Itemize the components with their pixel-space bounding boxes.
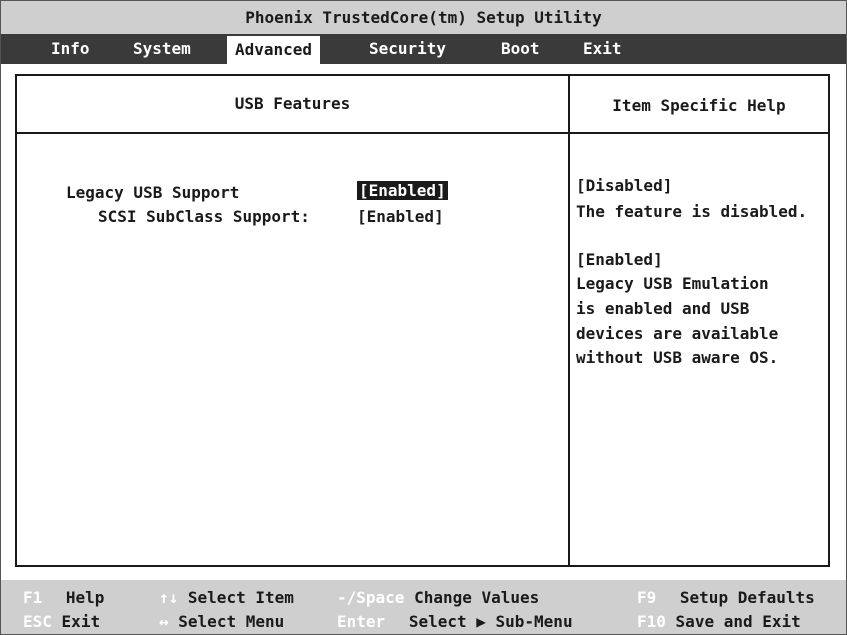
footer-exit-desc: Exit (61, 612, 101, 631)
key-help-footer: F1 Help ↑↓ Select Item -/Space Change Va… (1, 580, 846, 634)
footer-sub-menu-desc: Select ▶ Sub-Menu (408, 612, 573, 631)
footer-select-menu-desc: Select Menu (178, 612, 285, 631)
menu-bar: Info System Advanced Security Boot Exit (1, 34, 846, 64)
footer-select-item-desc: Select Item (187, 588, 294, 607)
column-divider (568, 76, 570, 565)
footer-setup-defaults: F9 Setup Defaults (637, 587, 815, 609)
help-line: is enabled and USB (576, 299, 750, 318)
legacy-usb-support-value[interactable]: [Enabled] (357, 181, 448, 200)
footer-help-desc: Help (65, 588, 105, 607)
esc-key: ESC (23, 612, 52, 631)
left-right-arrow-icon: ↔ (159, 612, 169, 631)
footer-select-menu: ↔ Select Menu (159, 611, 284, 633)
footer-change-values-desc: Change Values (414, 588, 540, 607)
footer-setup-defaults-desc: Setup Defaults (679, 588, 815, 607)
help-line: devices are available (576, 324, 779, 343)
enter-key: Enter (337, 612, 386, 631)
menu-item-info[interactable]: Info (51, 34, 90, 64)
up-down-arrow-icon: ↑↓ (159, 588, 179, 607)
menu-item-boot[interactable]: Boot (501, 34, 540, 64)
menu-item-system[interactable]: System (133, 34, 191, 64)
menu-item-security[interactable]: Security (369, 34, 446, 64)
footer-exit: ESC Exit (23, 611, 100, 633)
minus-space-key: -/Space (337, 588, 405, 607)
f9-key: F9 (637, 588, 657, 607)
help-title: Item Specific Help (612, 96, 786, 115)
footer-help: F1 Help (23, 587, 104, 609)
footer-change-values: -/Space Change Values (337, 587, 539, 609)
menu-item-advanced[interactable]: Advanced (227, 36, 321, 64)
footer-save-exit-desc: Save and Exit (675, 612, 801, 631)
f10-key: F10 (637, 612, 666, 631)
help-line: [Enabled] (576, 250, 663, 269)
window-title: Phoenix TrustedCore(tm) Setup Utility (1, 1, 846, 34)
header-divider (17, 132, 828, 134)
footer-select-item: ↑↓ Select Item (159, 587, 294, 609)
help-line: without USB aware OS. (576, 348, 779, 367)
help-line: Legacy USB Emulation (576, 274, 769, 293)
menu-item-exit[interactable]: Exit (583, 34, 622, 64)
legacy-usb-support-label[interactable]: Legacy USB Support (66, 183, 239, 202)
footer-sub-menu: Enter Select ▶ Sub-Menu (337, 611, 573, 633)
f1-key: F1 (23, 588, 43, 607)
help-line: The feature is disabled. (576, 202, 808, 221)
footer-save-exit: F10 Save and Exit (637, 611, 801, 633)
help-line: [Disabled] (576, 176, 673, 195)
scsi-subclass-support-label[interactable]: SCSI SubClass Support: (98, 207, 310, 226)
section-title: USB Features (234, 94, 351, 113)
scsi-subclass-support-value[interactable]: [Enabled] (357, 207, 444, 226)
